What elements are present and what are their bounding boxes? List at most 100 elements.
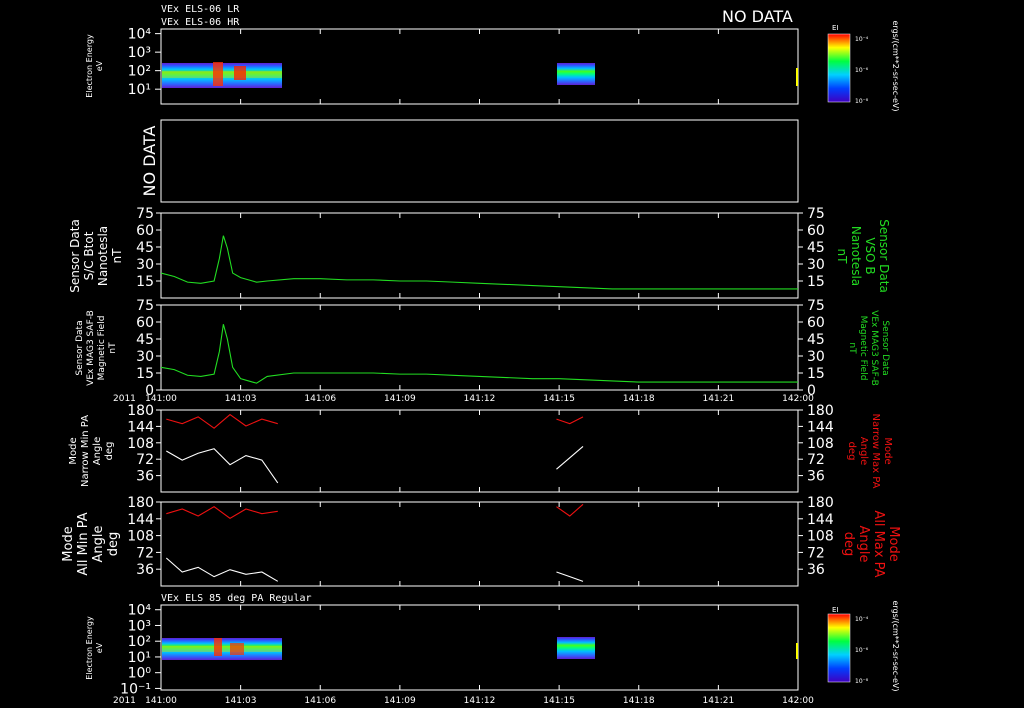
- p3-ylabel-4: nT: [110, 248, 124, 264]
- p5-series-max-b: [556, 416, 584, 425]
- spectrogram-hot-4: [230, 643, 244, 655]
- p3-ylabel-1: Sensor Data: [68, 219, 82, 293]
- p4-rlabel-2: VEx MAG3 SAF-B: [869, 310, 879, 386]
- p4-ytick-label-2: 45: [136, 332, 154, 348]
- p5-ylabel-3: Angle: [92, 437, 103, 465]
- spectrogram-block-2: [557, 63, 595, 85]
- p4-ytick-label-right-4: 15: [807, 366, 825, 382]
- panel-1-ylabel: Electron Energy eV: [85, 34, 104, 98]
- panel-5-ylabel-right: Mode Narrow Max PA Angle deg: [846, 414, 893, 489]
- p4-ylabel-4: nT: [108, 342, 118, 354]
- time-tick-label-lower-0: 141:00: [145, 696, 177, 706]
- p3-rlabel-4: nT: [835, 249, 849, 265]
- time-tick-label-lower-4: 141:12: [464, 696, 496, 706]
- p6-rlabel-2: All Max PA: [871, 510, 886, 577]
- p3-ytick-label-right-0: 75: [807, 206, 825, 222]
- p5-ytick-label-right-0: 180: [807, 403, 834, 419]
- time-tick-label-lower-7: 141:21: [703, 696, 735, 706]
- colorbar-bottom-label: EI: [832, 606, 839, 614]
- p3-series-vso-b: [160, 235, 798, 290]
- dynamic-layer: 141:00141:00141:03141:03141:06141:06141:…: [120, 27, 834, 706]
- p7-ytick-label-3: 10¹: [128, 650, 151, 666]
- panel-5-frame: [160, 409, 799, 493]
- colorbar-top-units: ergs/(cm**2-sr-sec-eV): [891, 20, 900, 111]
- p3-rlabel-2: VSO B: [863, 237, 877, 274]
- p4-ytick-label-1: 60: [136, 315, 154, 331]
- p4-ytick-label-4: 15: [136, 366, 154, 382]
- panel-7-ylabel: Electron Energy eV: [85, 616, 104, 680]
- p5-ytick-label-1: 144: [127, 419, 154, 435]
- panel-7-title: VEx ELS 85 deg PA Regular: [161, 593, 312, 604]
- spectrogram-hot-1: [213, 62, 223, 86]
- panel-4-ylabel: Sensor Data VEx MAG3 SAF-B Magnetic Fiel…: [75, 310, 118, 386]
- time-tick-label-upper-3: 141:09: [384, 394, 416, 404]
- time-tick-label-upper-7: 141:21: [703, 394, 735, 404]
- p5-ytick-label-right-3: 72: [807, 452, 825, 468]
- time-tick-label-lower-2: 141:06: [304, 696, 336, 706]
- p4-ytick-label-0: 75: [136, 298, 154, 314]
- p4-ytick-label-right-5: 0: [807, 383, 816, 399]
- p6-ytick-label-right-2: 108: [807, 529, 834, 545]
- p4-ylabel-3: Magnetic Field: [97, 316, 107, 381]
- colorbar-top-gradient: [827, 33, 851, 103]
- panel-3-frame: [160, 212, 799, 299]
- header-line1: VEx ELS-06 LR: [161, 4, 240, 15]
- p1-ytick-label-2: 10²: [128, 64, 151, 80]
- panel-5-ylabel: Mode Narrow Min PA Angle deg: [68, 415, 115, 487]
- colorbar-bottom-tick-3: 10⁻⁸: [855, 678, 869, 685]
- header-no-data: NO DATA: [722, 7, 793, 26]
- p1-ytick-label-3: 10¹: [128, 82, 151, 98]
- time-tick-label-lower-3: 141:09: [384, 696, 416, 706]
- p6-ytick-label-4: 36: [136, 562, 154, 578]
- colorbar-bottom-gradient: [827, 613, 851, 683]
- p3-ylabel-3: Nanotesla: [96, 226, 110, 286]
- p5-rlabel-4: deg: [846, 442, 857, 461]
- panel-4-ylabel-right: Sensor Data VEx MAG3 SAF-B Magnetic Fiel…: [847, 310, 890, 386]
- spectrogram-edge: [796, 68, 798, 86]
- time-tick-label-upper-5: 141:15: [543, 394, 575, 404]
- p4-ytick-label-right-0: 75: [807, 298, 825, 314]
- p4-ytick-label-right-2: 45: [807, 332, 825, 348]
- panel-6-ylabel: Mode All Min PA Angle deg: [61, 512, 121, 575]
- p3-rlabel-3: Nanotesla: [849, 226, 863, 286]
- header-line2: VEx ELS-06 HR: [161, 17, 240, 28]
- p5-ylabel-2: Narrow Min PA: [80, 415, 91, 487]
- p4-series-mag-b: [160, 324, 798, 384]
- panel-6-ylabel-right: Mode All Max PA Angle deg: [841, 510, 901, 577]
- colorbar-bottom: EI 10⁻⁴ 10⁻⁶ 10⁻⁸ ergs/(cm**2-sr-sec-eV): [827, 600, 900, 692]
- time-tick-label-lower-8: 142:00: [782, 696, 814, 706]
- p4-ytick-label-right-1: 60: [807, 315, 825, 331]
- p6-ylabel-1: Mode: [61, 526, 76, 561]
- p6-series-min-b: [556, 571, 584, 582]
- p6-series-max-a: [166, 506, 278, 519]
- p5-series-min-b: [556, 446, 584, 470]
- p6-series-min-a: [165, 557, 279, 582]
- time-tick-label-upper-6: 141:18: [623, 394, 655, 404]
- p5-rlabel-2: Narrow Max PA: [870, 414, 881, 489]
- spectrogram-hot-3: [214, 638, 222, 656]
- p3-rlabel-1: Sensor Data: [877, 219, 891, 293]
- p4-ytick-label-3: 30: [136, 349, 154, 365]
- panel-3-ylabel-right: Sensor Data VSO B Nanotesla nT: [835, 219, 891, 293]
- p7-ylabel-1: Electron Energy: [85, 616, 94, 680]
- p1-ylabel-1: Electron Energy: [85, 34, 94, 98]
- p6-ytick-label-right-4: 36: [807, 562, 825, 578]
- p3-ylabel-2: S/C Btot: [82, 231, 96, 280]
- time-tick-label-upper-1: 141:03: [225, 394, 257, 404]
- panel-3-ylabel: Sensor Data S/C Btot Nanotesla nT: [68, 219, 124, 293]
- p7-ytick-label-5: 10⁻¹: [120, 681, 151, 697]
- p7-ytick-label-1: 10³: [128, 618, 151, 634]
- p1-ylabel-2: eV: [95, 60, 104, 71]
- p5-ytick-label-right-1: 144: [807, 419, 834, 435]
- p3-ytick-label-2: 45: [136, 240, 154, 256]
- p6-rlabel-3: Angle: [856, 526, 871, 563]
- p3-ytick-label-4: 15: [136, 274, 154, 290]
- p6-ytick-label-1: 144: [127, 512, 154, 528]
- colorbar-top: EI 10⁻⁴ 10⁻⁶ 10⁻⁸ ergs/(cm**2-sr-sec-eV): [827, 20, 900, 112]
- panel-1-spectrogram: [162, 62, 798, 88]
- time-tick-label-lower-5: 141:15: [543, 696, 575, 706]
- p3-ytick-label-right-1: 60: [807, 223, 825, 239]
- p3-ytick-label-0: 75: [136, 206, 154, 222]
- p4-ytick-label-5: 0: [145, 383, 154, 399]
- colorbar-top-label: EI: [832, 24, 839, 32]
